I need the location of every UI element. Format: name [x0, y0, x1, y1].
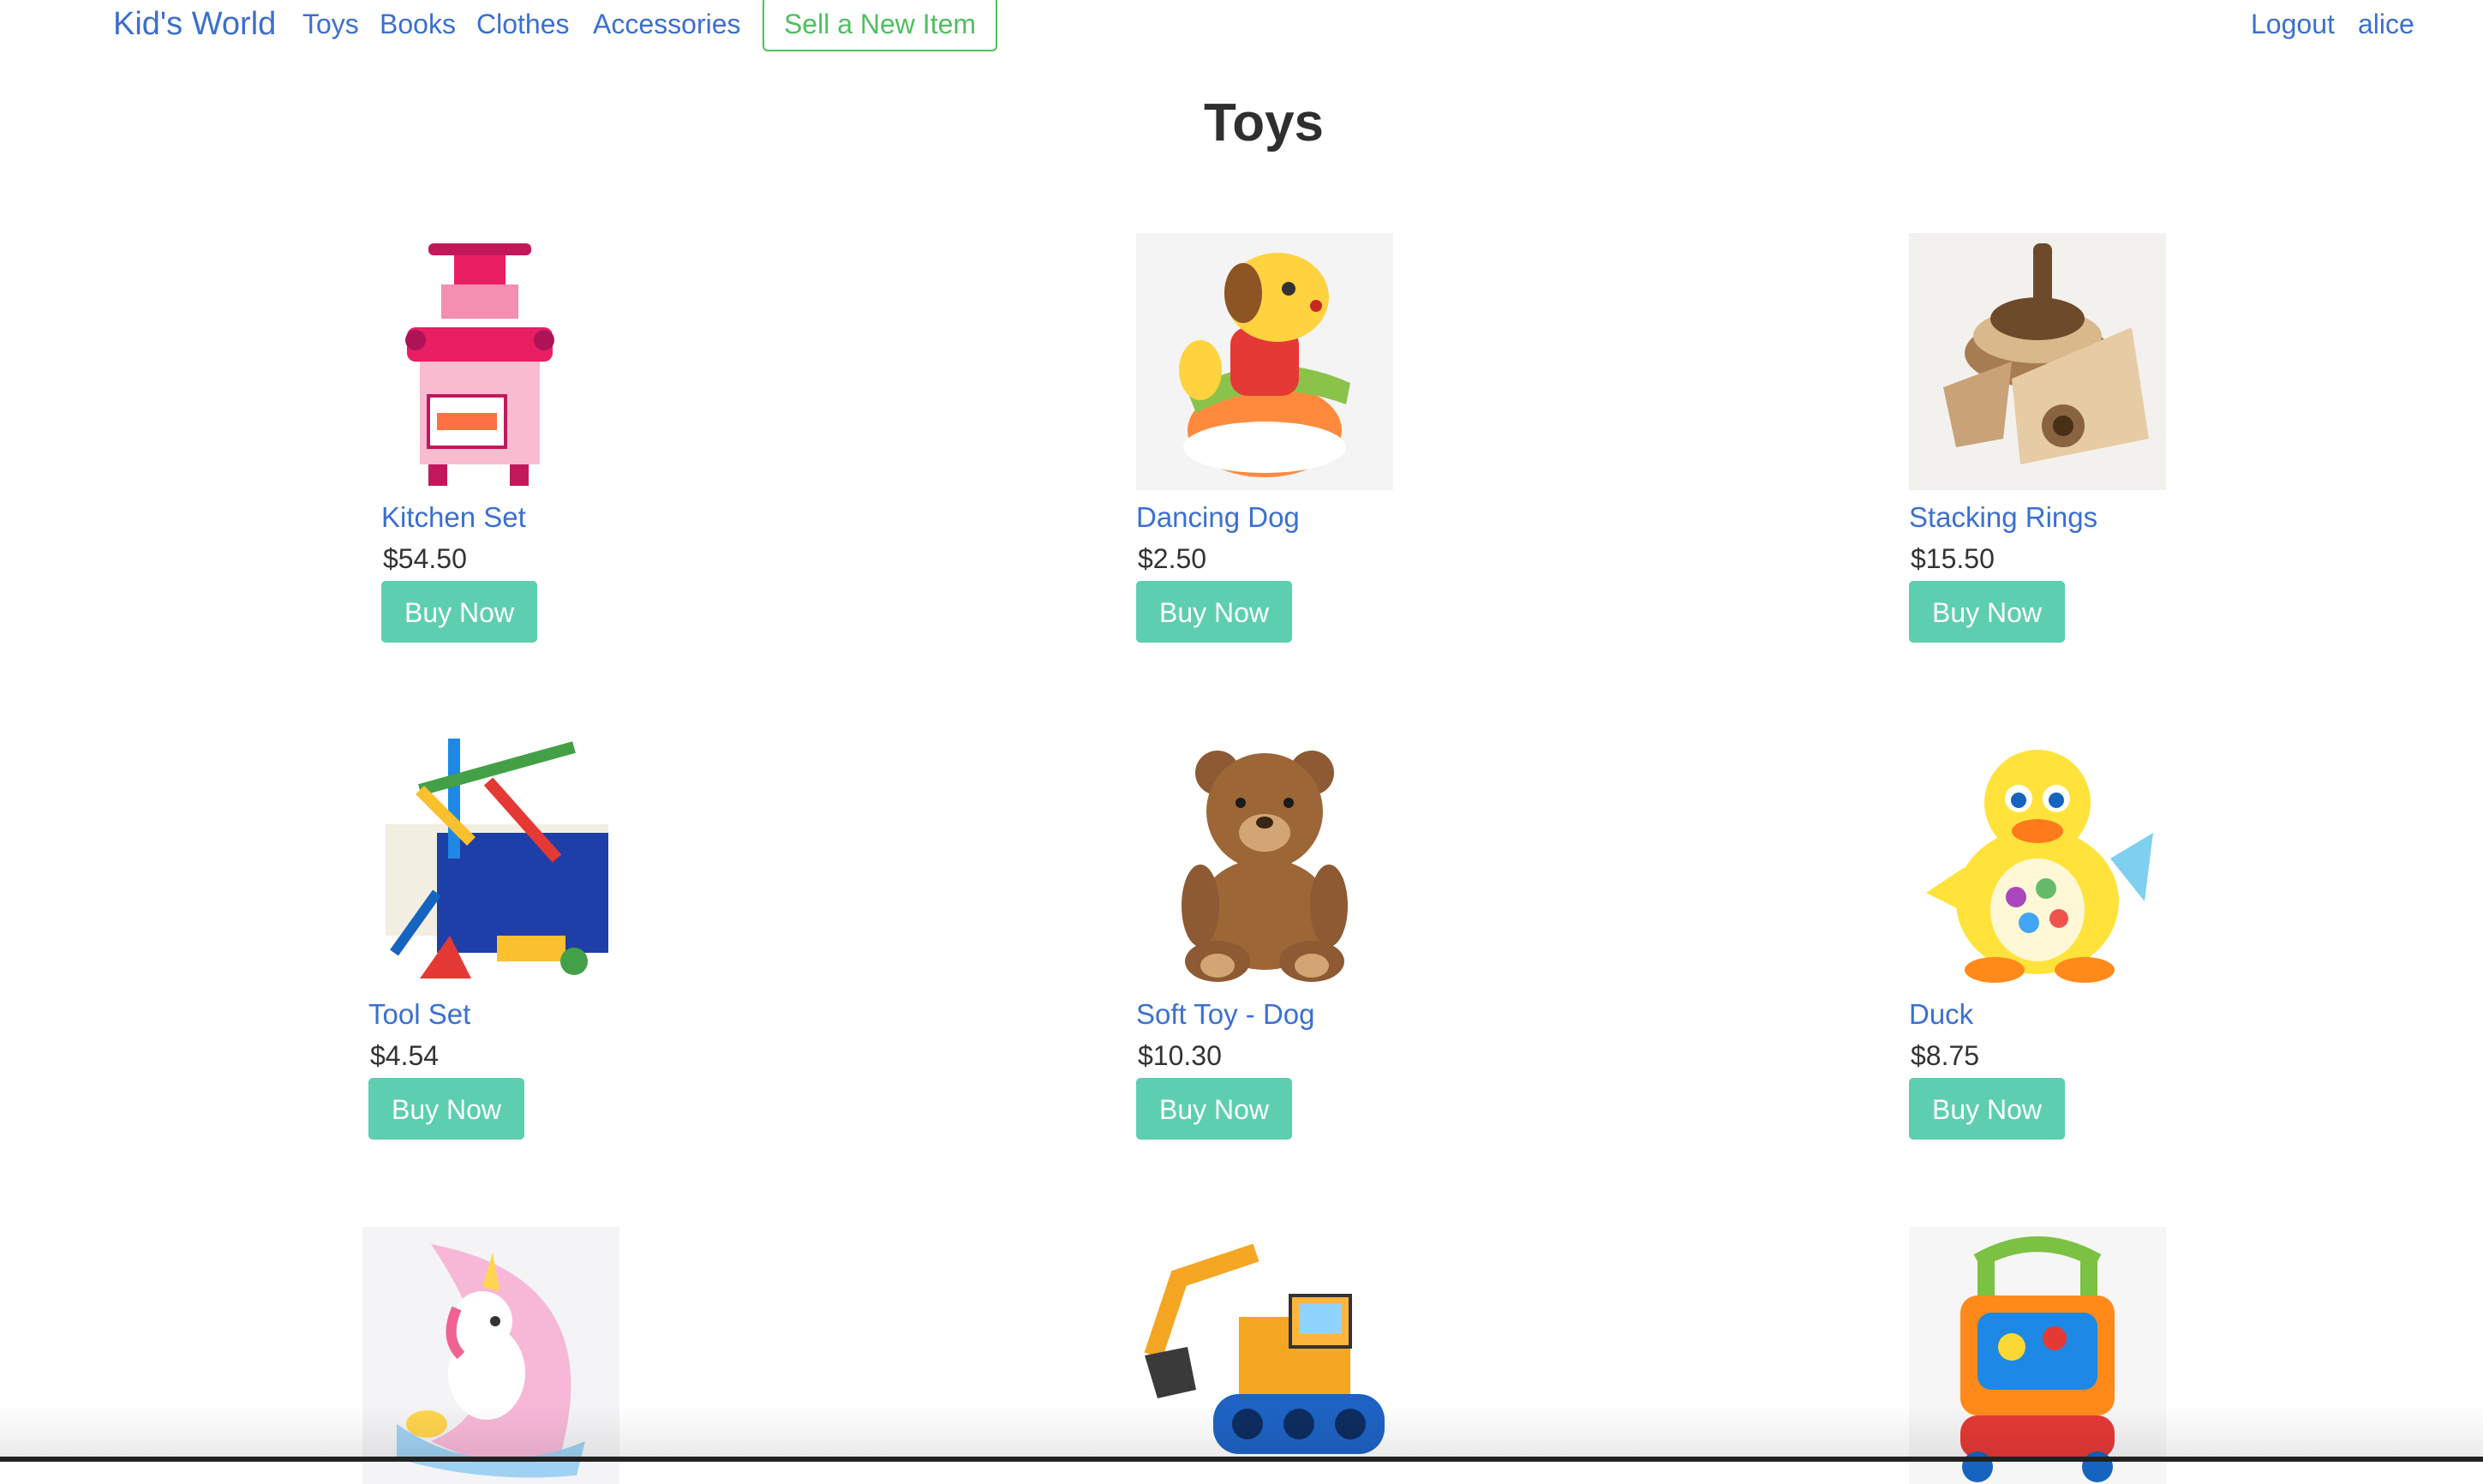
- duck-toy-image[interactable]: [1909, 730, 2166, 987]
- buy-now-button[interactable]: Buy Now: [1909, 581, 2065, 643]
- product-card-kitchen-set: Kitchen Set $54.50 Buy Now: [381, 233, 741, 679]
- product-price: $4.54: [370, 1040, 440, 1071]
- product-price: $8.75: [1911, 1040, 1980, 1071]
- tool-set-image[interactable]: [368, 730, 625, 987]
- product-price: $2.50: [1138, 543, 1207, 574]
- product-card-baby-walker: [1909, 1227, 2269, 1484]
- product-card-excavator: [1136, 1227, 1496, 1484]
- brand-link[interactable]: Kid's World: [113, 5, 276, 43]
- dancing-dog-image[interactable]: [1136, 233, 1393, 490]
- product-card-duck: Duck $8.75 Buy Now: [1909, 730, 2269, 1176]
- product-name[interactable]: Tool Set: [368, 997, 470, 1032]
- buy-now-button[interactable]: Buy Now: [1909, 1078, 2065, 1140]
- nav-link-accessories[interactable]: Accessories: [593, 7, 741, 41]
- product-card-dancing-dog: Dancing Dog $2.50 Buy Now: [1136, 233, 1496, 679]
- unicorn-moon-image[interactable]: [362, 1227, 619, 1484]
- sell-new-item-button[interactable]: Sell a New Item: [763, 0, 997, 51]
- buy-now-button[interactable]: Buy Now: [368, 1078, 524, 1140]
- product-card-tool-set: Tool Set $4.54 Buy Now: [368, 730, 728, 1176]
- nav-link-clothes[interactable]: Clothes: [476, 7, 570, 41]
- page-title: Toys: [1203, 93, 1325, 153]
- buy-now-button[interactable]: Buy Now: [381, 581, 537, 643]
- product-name[interactable]: Duck: [1909, 997, 1973, 1032]
- product-price: $10.30: [1138, 1040, 1222, 1071]
- stacking-rings-image[interactable]: [1909, 233, 2166, 490]
- logout-link[interactable]: Logout: [2251, 7, 2335, 41]
- product-name[interactable]: Kitchen Set: [381, 500, 526, 535]
- product-name[interactable]: Soft Toy - Dog: [1136, 997, 1315, 1032]
- product-card-soft-toy-dog: Soft Toy - Dog $10.30 Buy Now: [1136, 730, 1496, 1176]
- window-bottom-edge: [0, 1457, 2483, 1462]
- buy-now-button[interactable]: Buy Now: [1136, 581, 1292, 643]
- kitchen-set-image[interactable]: [381, 233, 638, 490]
- username-link[interactable]: alice: [2358, 7, 2414, 41]
- product-card-stacking-rings: Stacking Rings $15.50 Buy Now: [1909, 233, 2269, 679]
- nav-link-books[interactable]: Books: [380, 7, 456, 41]
- product-name[interactable]: Stacking Rings: [1909, 500, 2097, 535]
- top-navbar: Kid's World Toys Books Clothes Accessori…: [0, 0, 2483, 60]
- product-price: $54.50: [383, 543, 467, 574]
- buy-now-button[interactable]: Buy Now: [1136, 1078, 1292, 1140]
- teddy-bear-image[interactable]: [1136, 730, 1393, 987]
- excavator-image[interactable]: [1136, 1227, 1393, 1484]
- baby-walker-image[interactable]: [1909, 1227, 2166, 1484]
- product-price: $15.50: [1911, 543, 1995, 574]
- nav-link-toys[interactable]: Toys: [302, 7, 359, 41]
- product-card-unicorn-moon: [362, 1227, 722, 1484]
- product-name[interactable]: Dancing Dog: [1136, 500, 1300, 535]
